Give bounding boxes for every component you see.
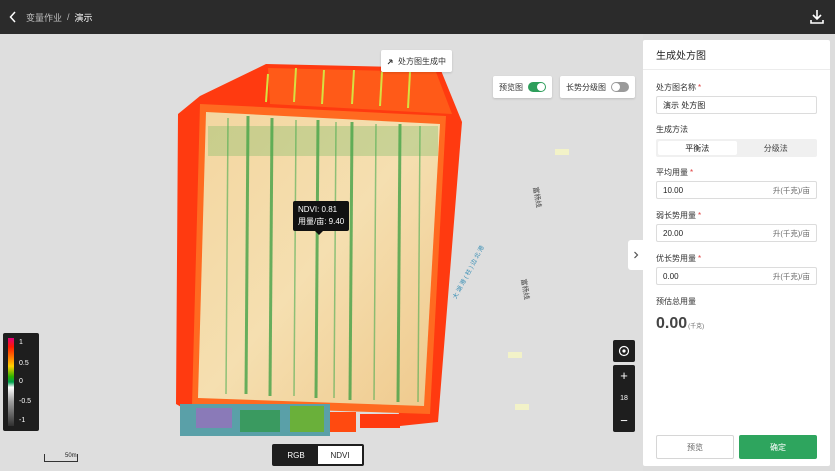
generation-status: 处方图生成中 [381,50,452,72]
preview-toggle-label: 预览图 [499,82,523,92]
chevron-left-icon [9,11,16,23]
map-canvas[interactable]: 处方图生成中 预览图 长势分级图 NDVI: 0.81 用量/亩: 9.40 富… [0,34,643,471]
download-button[interactable] [809,8,825,26]
status-text: 处方图生成中 [398,56,446,66]
layer-rgb-button[interactable]: RGB [274,446,318,464]
zoom-control: + 18 − [613,365,635,432]
legend-label: 0.5 [19,360,29,367]
name-label: 处方图名称 * [656,83,702,92]
legend-label: 1 [19,339,23,346]
top-bar: 变量作业 / 演示 [0,0,835,34]
growth-toggle-label: 长势分级图 [566,82,606,92]
avg-unit: 升(千克)/亩 [772,185,810,195]
growth-toggle[interactable] [611,82,629,92]
legend-color-bar [8,338,14,426]
breadcrumb-current: 演示 [74,12,93,23]
legend-label: -1 [19,417,26,424]
map-tooltip: NDVI: 0.81 用量/亩: 9.40 [293,201,350,235]
legend-label: -0.5 [19,398,32,405]
spinner-icon [387,59,393,65]
field-ndvi-overlay [176,64,462,436]
scale-bar: 50m [44,453,78,462]
legend-label: 0 [19,378,23,385]
weak-unit: 升(千克)/亩 [772,228,810,238]
method-grade-option[interactable]: 分级法 [737,141,816,155]
method-selector: 平衡法 分级法 [656,139,817,157]
total-unit: (千克) [688,324,705,330]
panel-collapse-button[interactable] [628,240,643,270]
back-button[interactable] [2,0,24,34]
locate-button[interactable] [613,340,635,362]
name-value: 演示 处方图 [663,100,706,110]
weak-input[interactable]: 20.00 升(千克)/亩 [656,224,817,242]
preview-toggle[interactable] [528,82,546,92]
weak-value: 20.00 [663,228,684,238]
locate-icon [618,345,630,357]
avg-label: 平均用量 * [656,168,694,177]
download-icon [810,10,824,24]
strong-label: 优长势用量 * [656,254,702,263]
preview-button[interactable]: 预览 [656,435,734,459]
method-balance-option[interactable]: 平衡法 [658,141,737,155]
avg-input[interactable]: 10.00 升(千克)/亩 [656,181,817,199]
tooltip-ndvi: NDVI: 0.81 [298,205,338,214]
map-poi-tag [555,149,569,155]
panel-title: 生成处方图 [643,40,830,70]
weak-label: 弱长势用量 * [656,211,702,220]
map-poi-tag [515,404,529,410]
zoom-out-button[interactable]: − [620,414,628,428]
breadcrumb-parent[interactable]: 变量作业 [26,11,62,24]
avg-value: 10.00 [663,185,684,195]
layer-switch: RGB NDVI [272,444,364,466]
strong-input[interactable]: 0.00 升(千克)/亩 [656,267,817,285]
growth-toggle-box: 长势分级图 [560,76,635,98]
total-amount: 0.00 (千克) [656,315,704,333]
zoom-level: 18 [620,395,628,402]
total-label: 预估总用量 [656,297,696,306]
name-input[interactable]: 演示 处方图 [656,96,817,114]
ndvi-legend: 1 0.5 0 -0.5 -1 [3,333,39,431]
strong-unit: 升(千克)/亩 [772,271,810,281]
layer-ndvi-button[interactable]: NDVI [318,446,362,464]
confirm-button[interactable]: 确定 [739,435,817,459]
chevron-right-icon [633,251,638,259]
method-label: 生成方法 [656,125,688,134]
map-poi-tag [508,352,522,358]
breadcrumb-separator: / [67,12,70,22]
total-value: 0.00 [656,315,688,332]
preview-toggle-box: 预览图 [493,76,552,98]
strong-value: 0.00 [663,271,679,281]
scale-label: 50m [65,453,77,459]
tooltip-dose: 用量/亩: 9.40 [298,217,345,226]
breadcrumb: 变量作业 / 演示 [26,11,93,24]
zoom-in-button[interactable]: + [620,369,628,383]
